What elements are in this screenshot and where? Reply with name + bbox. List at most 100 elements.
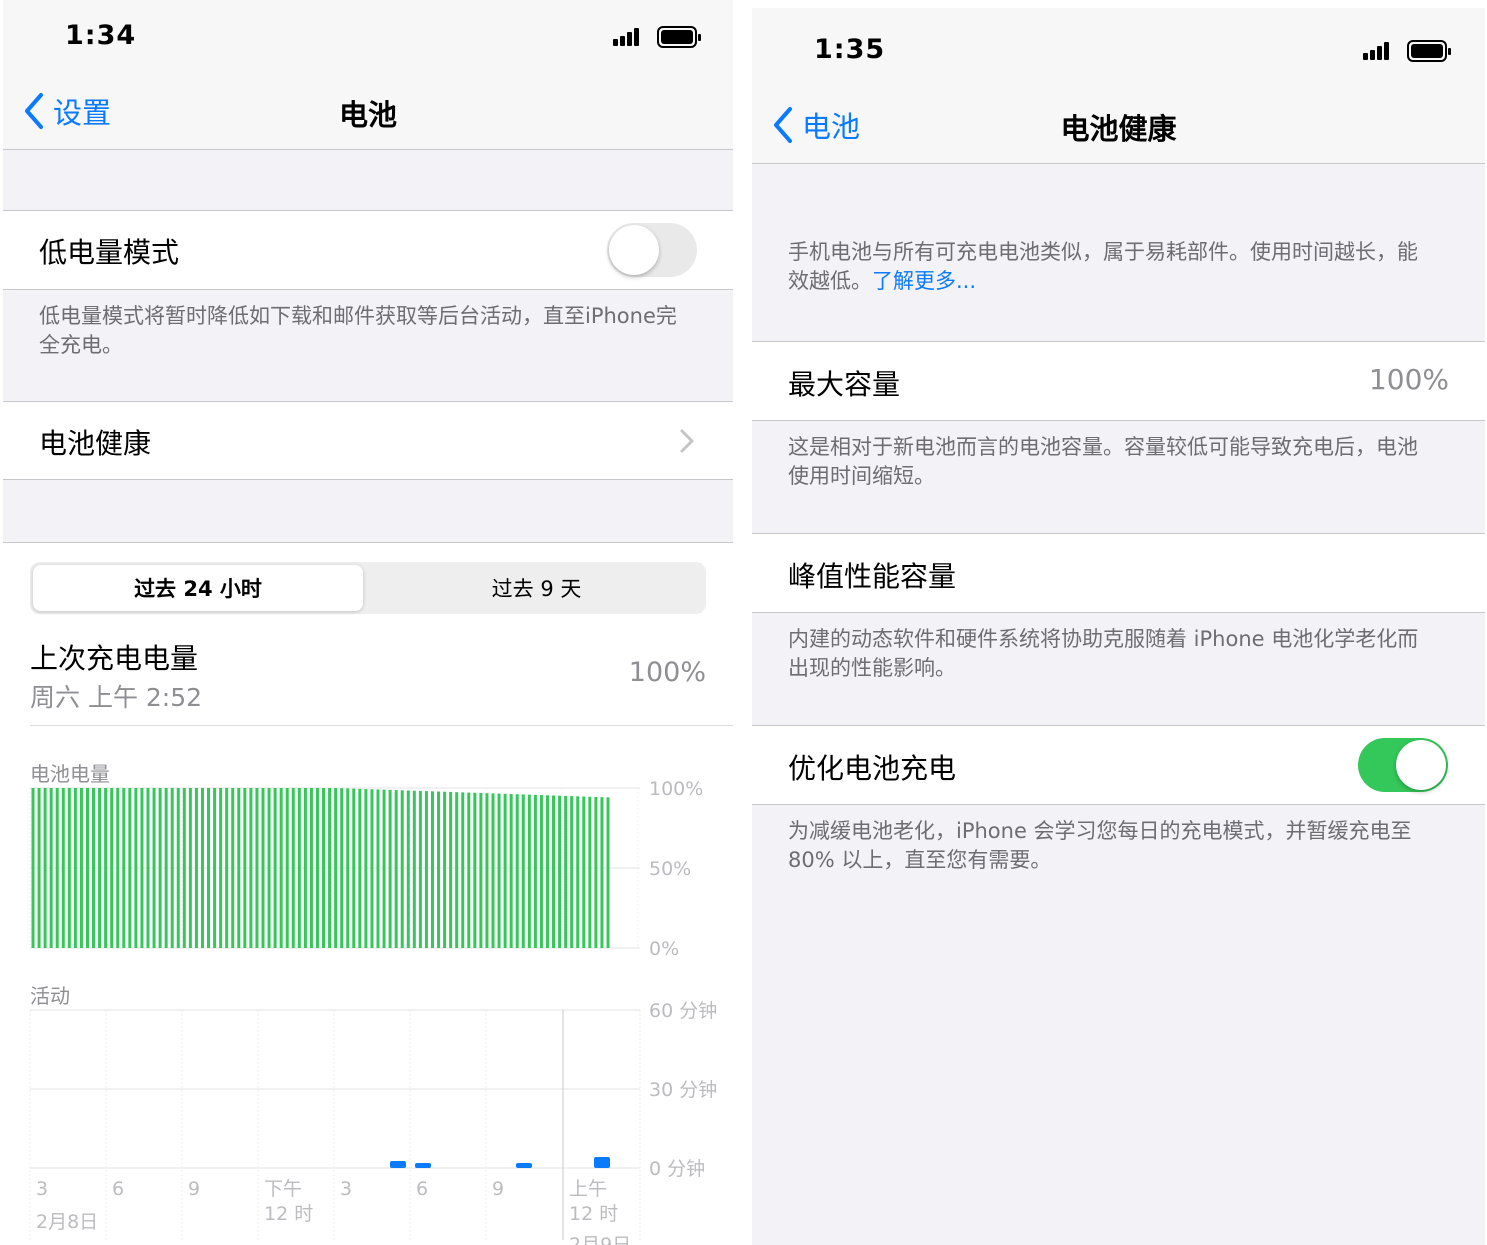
battery-level-bar [104,788,108,948]
battery-level-bar [225,788,229,948]
divider [752,612,1485,613]
y-tick-label: 30 分钟 [649,1079,717,1101]
battery-level-bar [424,791,428,948]
battery-level-bar [418,790,422,948]
battery-level-bar [449,791,453,948]
x-tick-label: 6 [416,1178,428,1200]
battery-level-bar [582,796,586,948]
battery-level-bar [43,788,47,948]
battery-level-bar [67,788,71,948]
max-capacity-label: 最大容量 [788,368,901,401]
battery-level-bar [479,792,483,948]
battery-level-bar [509,794,513,948]
battery-level-bar [600,797,604,948]
activity-bar [390,1161,406,1168]
battery-level-bar [497,793,501,948]
battery-level-bar [309,788,313,948]
activity-chart: 60 分钟 30 分钟 0 分钟 3 6 9 下午 12 时 3 6 9 上午 12 时 2月8日 2月9日 [29,1000,717,1245]
low-power-toggle[interactable] [607,223,697,277]
battery-level-bar [606,797,610,948]
battery-level-bar [164,788,168,948]
battery-level-bar [255,788,259,948]
x-tick-label: 上午 [569,1178,607,1200]
battery-level-bar [515,794,519,948]
max-capacity-value: 100% [1368,363,1449,396]
battery-level-bar [61,788,65,948]
battery-health-row[interactable]: 电池健康 [3,402,733,479]
learn-more-link[interactable]: 了解更多... [872,269,976,293]
page-title: 电池 [338,98,397,132]
battery-level-bar [467,792,471,948]
battery-status-icon [657,26,701,48]
battery-level-bar [213,788,217,948]
battery-level-bar [328,788,332,948]
battery-level-bar [188,788,192,948]
top-gap [752,0,1485,8]
battery-level-bar [564,795,568,948]
battery-level-bar [394,790,398,948]
divider [3,289,733,290]
segment-last-9-days[interactable]: 过去 9 天 [370,565,703,611]
battery-level-bar [243,788,247,948]
battery-level-bar [491,793,495,948]
intro-text: 手机电池与所有可充电电池类似，属于易耗部件。使用时间越长，能效越低。了解更多..… [788,238,1438,296]
battery-level-bar [545,795,549,948]
battery-level-bar [261,788,265,948]
battery-level-bar [170,788,174,948]
battery-level-bar [388,789,392,948]
battery-level-bar [98,788,102,948]
optimized-charging-label: 优化电池充电 [788,752,957,785]
chevron-right-icon [680,429,694,453]
x-tick-label: 12 时 [569,1203,618,1225]
battery-level-bar [322,788,326,948]
battery-level-bar [552,795,556,948]
battery-settings-screen: 1:34 设置 电池 低电量模式 低电量模式将暂时降低如下载和邮件获取等后台活动… [3,0,733,1245]
battery-level-bar [382,789,386,948]
battery-level-bar [267,788,271,948]
battery-level-bar [334,788,338,948]
battery-level-bar [400,790,404,948]
activity-bar [415,1163,431,1168]
battery-health-screen: 1:35 电池 电池健康 手机电池与所有可充电电池类似，属于易耗部件。使用时间越… [752,0,1485,1245]
battery-level-bar [303,788,307,948]
x-tick-label: 12 时 [264,1203,313,1225]
date-label: 2月8日 [36,1211,98,1233]
battery-level-bar [146,788,150,948]
battery-level-bar [73,788,77,948]
usage-section: 过去 24 小时 过去 9 天 上次充电电量 周六 上午 2:52 100% 电… [3,543,733,1245]
max-capacity-footer: 这是相对于新电池而言的电池容量。容量较低可能导致充电后，电池使用时间缩短。 [788,435,1418,488]
battery-level-bar [140,788,144,948]
battery-level-bar [200,788,204,948]
signal-icon [1363,41,1391,61]
last-charge-label: 上次充电电量 [30,642,199,675]
low-power-label: 低电量模式 [39,236,180,269]
battery-level-bar [576,796,580,948]
battery-health-label: 电池健康 [39,427,152,460]
battery-level-bar [297,788,301,948]
battery-level-bar [158,788,162,948]
battery-level-bar [461,792,465,948]
battery-level-bar [352,788,356,948]
divider [30,725,733,726]
x-tick-label: 3 [340,1178,352,1200]
battery-level-bar [527,794,531,948]
battery-level-bar [79,788,83,948]
battery-level-bar [285,788,289,948]
battery-level-bar [430,791,434,948]
x-tick-label: 9 [492,1178,504,1200]
battery-level-bar [85,788,89,948]
battery-level-bar [92,788,96,948]
segment-last-24-hours[interactable]: 过去 24 小时 [33,565,363,611]
x-tick-label: 3 [36,1178,48,1200]
battery-level-bar [358,788,362,948]
peak-performance-label: 峰值性能容量 [788,560,957,593]
battery-level-bar [376,789,380,948]
battery-level-bar [315,788,319,948]
optimized-charging-toggle[interactable] [1358,738,1448,792]
date-label: 2月9日 [569,1234,631,1245]
status-time: 1:35 [814,34,886,65]
battery-level-bar [412,790,416,948]
battery-level-bar [533,794,537,948]
battery-level-bar [485,793,489,948]
divider [752,163,1485,164]
